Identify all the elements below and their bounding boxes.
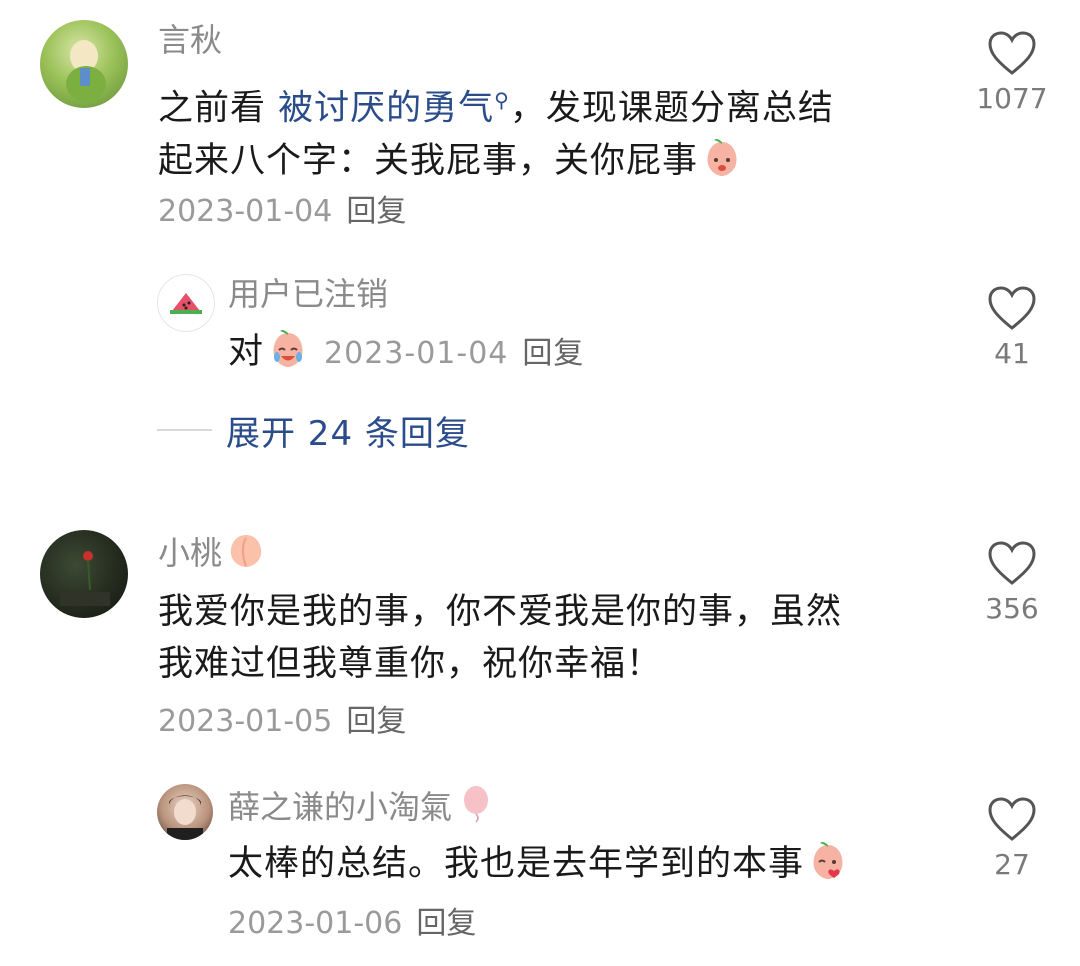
heart-outline-icon [988,286,1036,330]
comment-text-line2: 我难过但我尊重你，祝你幸福！ [158,644,663,684]
like-button[interactable]: 41 [972,285,1052,370]
user-avatar[interactable] [157,784,213,840]
reply-text-content: 太棒的总结。我也是去年学到的本事 [228,844,805,884]
user-avatar[interactable] [157,274,215,332]
avatar-image [60,551,110,606]
like-count: 41 [994,337,1030,370]
heart-outline-icon [988,31,1036,75]
avatar-image [66,40,106,102]
comment-username[interactable]: 言秋 [158,20,222,60]
comment-text-rest: ，发现课题分离总结 [509,88,834,129]
search-icon[interactable]: ⚲ [494,88,510,112]
like-button[interactable]: 27 [972,796,1052,881]
comment-date: 2023-01-04 [158,194,333,229]
reply-meta: 2023-01-04 回复 [324,336,584,371]
reply-username[interactable]: 薛之谦的小淘氣 [228,784,496,827]
expand-replies-label: 展开 24 条回复 [226,413,470,454]
peach-emoji-icon [230,535,262,567]
search-link[interactable]: 被讨厌的勇气 [278,89,494,129]
reply-meta: 2023-01-06 回复 [228,904,476,944]
peach-emoji-icon [813,841,843,879]
comment-username[interactable]: 小桃 [158,530,266,573]
reply-text-content: 对 [228,332,265,372]
peach-emoji-icon [707,138,737,176]
reply-button[interactable]: 回复 [522,336,584,371]
reply-date: 2023-01-06 [228,906,403,941]
comment-meta: 2023-01-04 回复 [158,192,406,232]
like-button[interactable]: 1077 [972,30,1052,115]
comment-text-line2: 起来八个字：关我屁事，关你屁事 [158,140,699,181]
reply-username[interactable]: 用户已注销 [228,274,388,314]
expand-replies-button[interactable]: 展开 24 条回复 [157,408,470,454]
divider-line [157,429,212,431]
reply-date: 2023-01-04 [324,336,509,371]
heart-outline-icon [988,797,1036,841]
comment-date: 2023-01-05 [158,704,333,739]
peach-emoji-icon [273,329,303,367]
like-button[interactable]: 356 [972,540,1052,625]
reply-button[interactable]: 回复 [346,194,406,229]
heart-outline-icon [988,541,1036,585]
like-count: 27 [994,848,1030,881]
user-avatar[interactable] [40,530,128,618]
like-count: 356 [985,592,1039,625]
comment-username-text: 小桃 [158,534,223,572]
balloon-icon [464,786,489,823]
reply-text: 对 2023-01-04 回复 [228,326,584,378]
comment-text-line1: 我爱你是我的事，你不爱我是你的事，虽然 [158,592,843,632]
like-count: 1077 [976,82,1048,115]
avatar-image [167,795,203,840]
comment-text: 我爱你是我的事，你不爱我是你的事，虽然 我难过但我尊重你，祝你幸福！ [158,586,958,690]
reply-username-text: 薛之谦的小淘氣 [228,788,453,826]
reply-text: 太棒的总结。我也是去年学到的本事 [228,838,848,890]
watermelon-avatar-icon [170,293,202,314]
reply-button[interactable]: 回复 [346,704,406,739]
comment-meta: 2023-01-05 回复 [158,702,406,742]
comment-text-start: 之前看 [158,88,279,129]
user-avatar[interactable] [40,20,128,108]
reply-button[interactable]: 回复 [416,906,476,941]
comment-text: 之前看 被讨厌的勇气⚲，发现课题分离总结 起来八个字：关我屁事，关你屁事 [158,74,938,187]
